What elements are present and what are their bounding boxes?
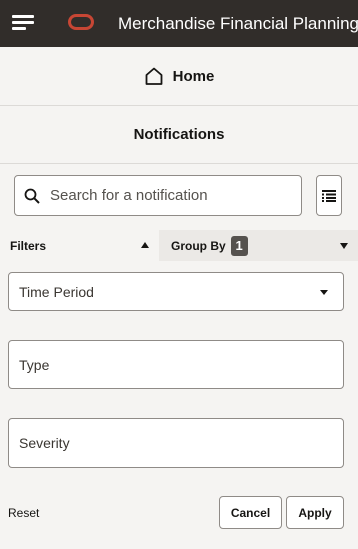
- home-link[interactable]: Home: [0, 47, 358, 106]
- tab-filters-label: Filters: [10, 238, 47, 253]
- group-by-count-badge: 1: [230, 235, 248, 256]
- home-label: Home: [172, 67, 215, 85]
- reset-link[interactable]: Reset: [8, 506, 39, 520]
- type-field[interactable]: Type: [8, 340, 344, 389]
- oracle-logo: [68, 14, 94, 30]
- cancel-button[interactable]: Cancel: [219, 496, 282, 529]
- list-view-icon: [322, 189, 336, 202]
- tab-group-by-label: Group By: [171, 238, 226, 253]
- search-icon: [24, 188, 40, 204]
- list-view-button[interactable]: [316, 175, 342, 216]
- hamburger-icon[interactable]: [12, 15, 34, 31]
- time-period-select[interactable]: Time Period: [8, 272, 344, 311]
- app-header: Merchandise Financial Planning (mf: [0, 0, 358, 47]
- severity-label: Severity: [19, 435, 70, 451]
- tab-filters[interactable]: Filters: [0, 230, 159, 261]
- apply-button[interactable]: Apply: [286, 496, 344, 529]
- type-label: Type: [19, 356, 50, 373]
- chevron-down-icon: [340, 243, 348, 249]
- time-period-label: Time Period: [19, 283, 94, 300]
- home-icon: [145, 67, 163, 85]
- search-input[interactable]: [48, 186, 292, 205]
- search-field[interactable]: [14, 175, 302, 216]
- filter-tabs: Filters Group By 1: [0, 230, 358, 261]
- app-title: Merchandise Financial Planning (mf: [118, 14, 358, 33]
- severity-field[interactable]: Severity: [8, 418, 344, 468]
- chevron-up-icon: [141, 242, 149, 248]
- panel-title: Notifications: [0, 106, 358, 164]
- tab-group-by[interactable]: Group By 1: [159, 230, 358, 261]
- dropdown-arrow-icon: [320, 290, 328, 295]
